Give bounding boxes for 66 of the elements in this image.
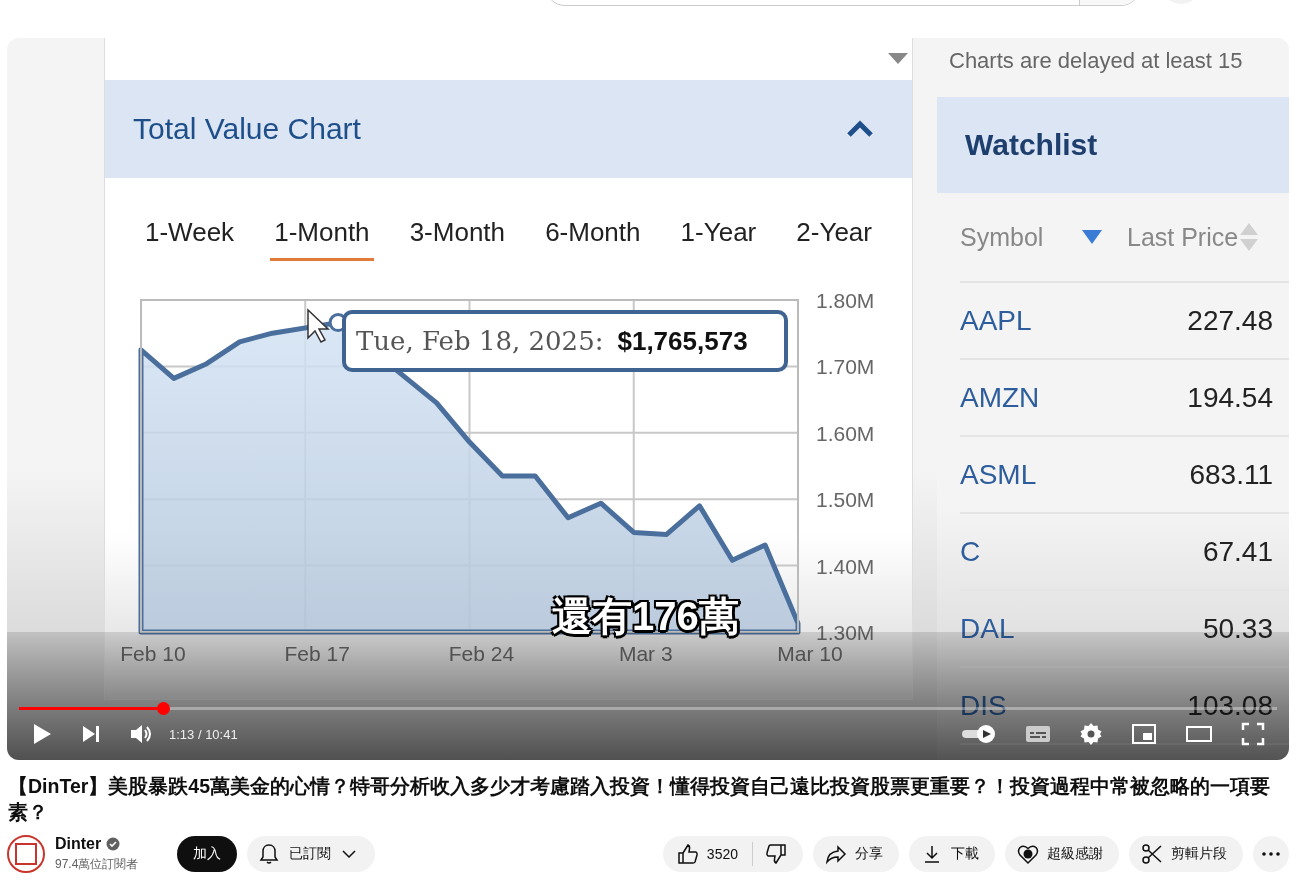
- video-title: 【DinTer】美股暴跌45萬美金的心情？特哥分析收入多少才考慮踏入投資！懂得投資自己遠比投資股票更重要？！投資過程中常被忽略的一項要素？: [8, 774, 1271, 825]
- x-axis-label: Feb 24: [448, 642, 515, 665]
- y-axis-label: 1.40M: [816, 554, 875, 578]
- time-display: 1:13 / 10:41: [169, 726, 238, 742]
- price-cell: 50.33: [1202, 612, 1273, 645]
- price-cell: 194.54: [1187, 381, 1273, 414]
- play-icon[interactable]: [31, 722, 53, 746]
- y-axis-label: 1.70M: [816, 355, 875, 379]
- settings-icon[interactable]: [1079, 722, 1103, 746]
- ticker-link[interactable]: DAL: [960, 612, 1015, 645]
- chevron-down-icon: [341, 849, 357, 859]
- delay-notice: Charts are delayed at least 15: [948, 47, 1244, 75]
- video-player[interactable]: [7, 38, 1289, 760]
- x-axis-label: Feb 10: [120, 642, 186, 665]
- clip-button[interactable]: 剪輯片段: [1129, 836, 1243, 872]
- more-icon[interactable]: [1253, 836, 1289, 872]
- tooltip-value: $1,765,573: [617, 325, 748, 357]
- ticker-link[interactable]: ASML: [960, 458, 1037, 491]
- thumbs-up-icon: [676, 843, 699, 865]
- price-cell: 67.41: [1202, 535, 1273, 568]
- subscriber-count: 97.4萬位訂閱者: [55, 856, 140, 873]
- range-tab[interactable]: 3-Month: [405, 207, 510, 261]
- range-tab[interactable]: 1-Week: [141, 207, 239, 261]
- range-tab[interactable]: 1-Year: [676, 207, 761, 261]
- subtitle-caption: 還有176萬: [552, 594, 739, 638]
- price-cell: 103.08: [1187, 689, 1273, 722]
- share-button[interactable]: 分享: [813, 836, 899, 872]
- channel-avatar[interactable]: [7, 835, 45, 873]
- x-axis-label: Mar 10: [777, 642, 843, 665]
- y-axis-label: 1.50M: [816, 488, 875, 512]
- fullscreen-icon[interactable]: [1241, 722, 1265, 746]
- bell-icon: [259, 843, 279, 865]
- range-tab[interactable]: 2-Year: [792, 207, 876, 261]
- y-axis-label: 1.30M: [816, 621, 875, 644]
- tooltip-date: Tue, Feb 18, 2025:: [356, 326, 604, 356]
- ticker-link[interactable]: C: [960, 535, 981, 568]
- cursor-icon: [306, 308, 330, 344]
- panel-title: Total Value Chart: [133, 112, 361, 146]
- price-cell: 227.48: [1187, 304, 1273, 337]
- progress-handle[interactable]: [156, 702, 170, 715]
- y-axis-label: 1.60M: [816, 421, 875, 445]
- dislike-button[interactable]: [765, 843, 787, 865]
- y-axis-label: 1.80M: [816, 289, 875, 312]
- ticker-link[interactable]: AAPL: [960, 304, 1032, 337]
- miniplayer-icon[interactable]: [1131, 723, 1157, 745]
- subscribed-button[interactable]: 已訂閱: [247, 836, 375, 872]
- autoplay-toggle[interactable]: [961, 724, 997, 744]
- ticker-link[interactable]: AMZN: [960, 381, 1040, 414]
- theater-icon[interactable]: [1185, 724, 1213, 744]
- download-button[interactable]: 下載: [909, 836, 995, 872]
- next-icon[interactable]: [81, 724, 101, 744]
- subtitles-icon[interactable]: [1025, 724, 1051, 744]
- range-tab[interactable]: 6-Month: [541, 207, 645, 261]
- volume-icon[interactable]: [129, 723, 153, 745]
- sort-icon[interactable]: [1082, 228, 1102, 246]
- x-axis-label: Feb 17: [284, 642, 350, 665]
- share-icon: [825, 843, 847, 865]
- x-axis-label: Mar 3: [618, 642, 673, 665]
- join-button[interactable]: 加入: [177, 836, 237, 872]
- price-cell: 683.11: [1189, 458, 1273, 491]
- dropdown-icon[interactable]: [888, 53, 908, 65]
- thanks-button[interactable]: 超級感謝: [1005, 836, 1119, 872]
- watchlist-title: Watchlist: [965, 128, 1098, 162]
- range-tab[interactable]: 1-Month: [270, 207, 374, 261]
- collapse-icon[interactable]: [846, 120, 874, 138]
- channel-name[interactable]: Dinter: [55, 835, 102, 853]
